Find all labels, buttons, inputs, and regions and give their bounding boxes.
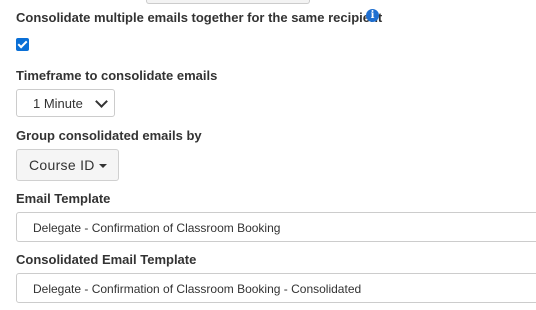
group-by-selected-value: Course ID bbox=[29, 157, 95, 173]
timeframe-select[interactable]: 1 Minute bbox=[16, 89, 115, 117]
email-template-value: Delegate - Confirmation of Classroom Boo… bbox=[33, 221, 281, 235]
consolidated-template-field[interactable]: Delegate - Confirmation of Classroom Boo… bbox=[16, 273, 536, 303]
consolidated-template-value: Delegate - Confirmation of Classroom Boo… bbox=[33, 282, 362, 296]
timeframe-selected-value: 1 Minute bbox=[33, 96, 83, 111]
email-template-field[interactable]: Delegate - Confirmation of Classroom Boo… bbox=[16, 212, 536, 242]
email-template-label: Email Template bbox=[16, 191, 111, 206]
group-by-dropdown-button[interactable]: Course ID bbox=[16, 149, 119, 181]
group-by-label: Group consolidated emails by bbox=[16, 128, 202, 143]
chevron-down-icon bbox=[95, 95, 108, 108]
caret-down-icon bbox=[99, 164, 107, 168]
consolidate-checkbox[interactable] bbox=[16, 38, 29, 51]
timeframe-label: Timeframe to consolidate emails bbox=[16, 68, 218, 83]
consolidated-template-label: Consolidated Email Template bbox=[16, 252, 197, 267]
consolidate-label: Consolidate multiple emails together for… bbox=[16, 10, 383, 25]
previous-control-edge bbox=[146, 0, 310, 4]
info-icon[interactable]: i bbox=[366, 9, 379, 22]
